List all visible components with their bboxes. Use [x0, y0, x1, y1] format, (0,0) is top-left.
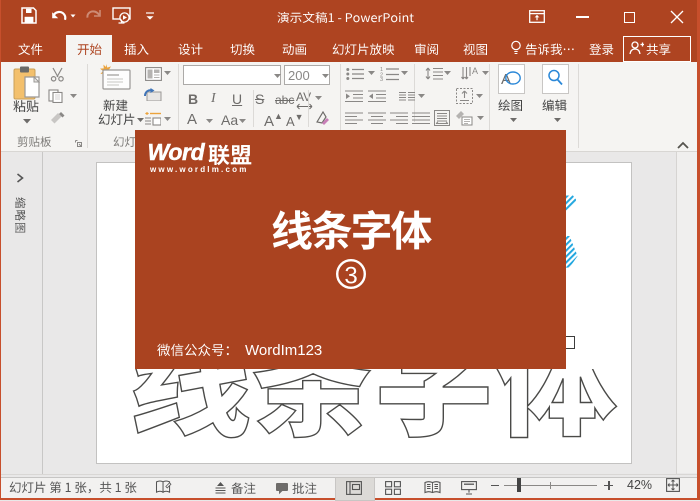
svg-text:A: A	[472, 66, 478, 76]
svg-text:3: 3	[380, 77, 383, 81]
svg-text:3: 3	[344, 263, 357, 290]
